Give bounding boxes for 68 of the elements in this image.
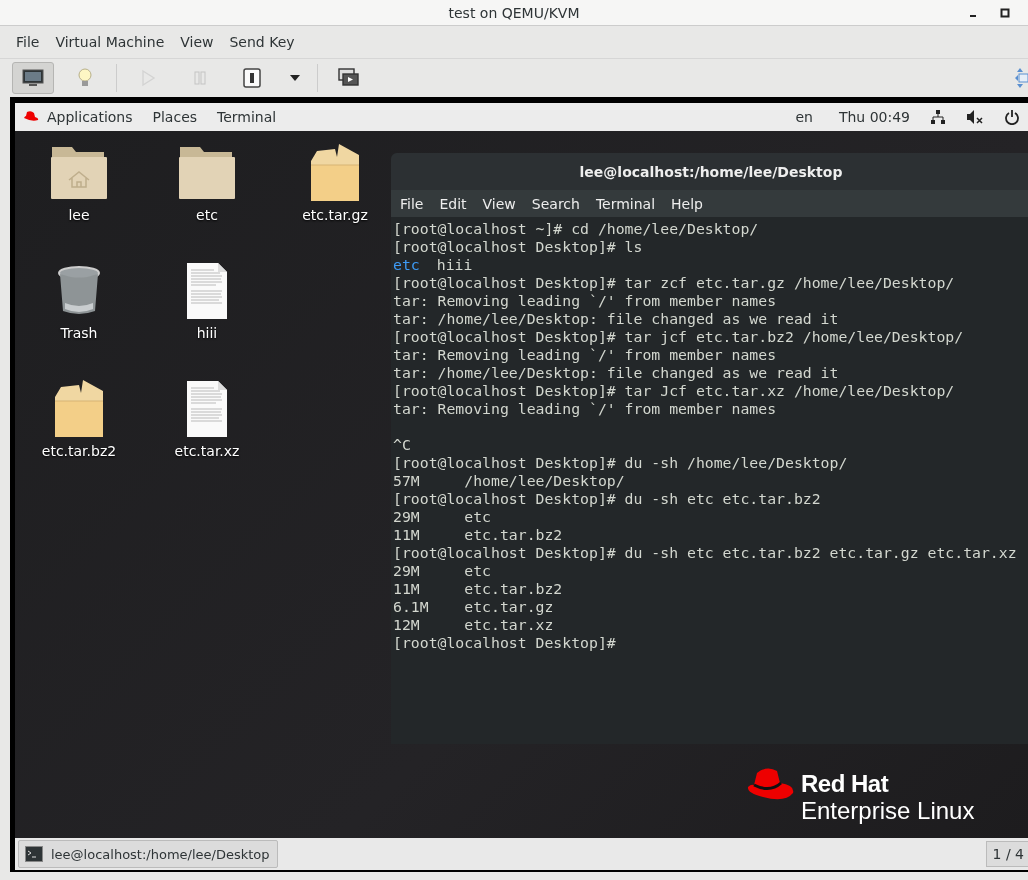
menu-item[interactable]: View xyxy=(482,195,516,212)
file-name: hiii xyxy=(436,256,473,273)
document-icon[interactable] xyxy=(186,379,228,439)
terminal-line: [root@localhost Desktop]# xyxy=(393,634,617,652)
taskbar-window-button[interactable]: lee@localhost:/home/lee/Desktop xyxy=(18,840,278,868)
terminal-line: tar: /home/lee/Desktop: file changed as we read it xyxy=(393,310,840,328)
icon-label[interactable]: lee xyxy=(68,207,90,223)
terminal-line: tar: Removing leading `/' from member names xyxy=(393,400,778,418)
terminal-line: 29M etc xyxy=(393,562,492,580)
icon-label[interactable]: etc.tar.bz2 xyxy=(41,443,117,459)
terminal-line: [root@localhost Desktop]# du -sh etc etc.tar.bz2 etc.tar.gz etc.tar.xz xyxy=(393,544,1018,562)
terminal-line: [root@localhost Desktop]# tar Jcf etc.tar.xz /home/lee/Desktop/ xyxy=(393,382,956,400)
menu-item[interactable]: Help xyxy=(671,195,703,212)
terminal-line: [root@localhost Desktop]# ls xyxy=(393,238,644,256)
terminal-line: tar: Removing leading `/' from member names xyxy=(393,292,778,310)
menu-item[interactable]: Send Key xyxy=(229,34,295,50)
clock[interactable]: Thu 00:49 xyxy=(838,109,910,125)
lightbulb-icon xyxy=(77,67,93,89)
caret-icon xyxy=(289,74,301,82)
document-icon[interactable] xyxy=(186,261,228,321)
pause-icon xyxy=(192,70,208,86)
icon-label[interactable]: hiii xyxy=(196,325,218,341)
window-title: test on QEMU/KVM xyxy=(448,4,580,21)
top-bar-menu[interactable]: Applications xyxy=(47,109,133,125)
terminal-line: [root@localhost ~]# cd /home/lee/Desktop/ xyxy=(393,220,760,238)
workspace-indicator[interactable]: 1 / 4 xyxy=(985,841,1028,867)
menu-item[interactable]: File xyxy=(16,34,40,50)
terminal-line: [root@localhost Desktop]# du -sh etc etc.tar.bz2 xyxy=(393,490,822,508)
menu-item[interactable]: Search xyxy=(531,195,580,212)
menu-item[interactable]: File xyxy=(400,195,424,212)
resize-icon[interactable] xyxy=(1014,67,1028,89)
terminal-line: 29M etc xyxy=(393,508,492,526)
file-name: etc xyxy=(393,256,420,273)
icon-label[interactable]: etc.tar.gz xyxy=(302,207,368,223)
menu-item[interactable]: Terminal xyxy=(595,195,656,212)
language-indicator[interactable]: en xyxy=(795,109,813,125)
top-bar-menu[interactable]: Places xyxy=(152,109,198,125)
terminal-icon xyxy=(25,846,43,862)
terminal-title: lee@localhost:/home/lee/Desktop xyxy=(579,163,843,180)
terminal-line: [root@localhost Desktop]# tar jcf etc.tar.bz2 /home/lee/Desktop/ xyxy=(393,328,965,346)
icon-label[interactable]: etc xyxy=(196,207,218,223)
menu-item[interactable]: Edit xyxy=(439,195,467,212)
terminal-line: 11M etc.tar.bz2 xyxy=(393,580,564,598)
terminal-line: ^C xyxy=(393,436,412,454)
console-button[interactable] xyxy=(12,62,54,94)
power-icon[interactable] xyxy=(1004,109,1020,125)
terminal-line: 6.1M etc.tar.gz xyxy=(393,598,555,616)
menu-item[interactable]: Virtual Machine xyxy=(55,34,165,50)
terminal-line: [root@localhost Desktop]# du -sh /home/lee/Desktop/ xyxy=(393,454,849,472)
terminal-line: 11M etc.tar.bz2 xyxy=(393,526,564,544)
screens-icon xyxy=(338,68,360,88)
terminal-line: [root@localhost Desktop]# tar zcf etc.tar.gz /home/lee/Desktop/ xyxy=(393,274,956,292)
icon-label[interactable]: Trash xyxy=(60,325,98,341)
volume-muted-icon[interactable] xyxy=(966,109,984,125)
top-bar-menu[interactable]: Terminal xyxy=(217,109,277,125)
product-name: Enterprise Linux xyxy=(801,797,975,825)
hat-icon xyxy=(23,111,39,123)
maximize-icon[interactable] xyxy=(1000,8,1010,18)
monitor-icon xyxy=(22,69,44,87)
menu-item[interactable]: View xyxy=(180,34,214,50)
terminal-line: tar: Removing leading `/' from member names xyxy=(393,346,778,364)
terminal-line: tar: /home/lee/Desktop: file changed as we read it xyxy=(393,364,840,382)
terminal-line: 12M etc.tar.xz xyxy=(393,616,555,634)
switch-icon xyxy=(243,68,261,88)
icon-label[interactable]: etc.tar.xz xyxy=(174,443,240,459)
brand-name: Red Hat xyxy=(801,771,890,797)
network-icon[interactable] xyxy=(930,109,946,125)
terminal-line: 57M /home/lee/Desktop/ xyxy=(393,472,626,490)
